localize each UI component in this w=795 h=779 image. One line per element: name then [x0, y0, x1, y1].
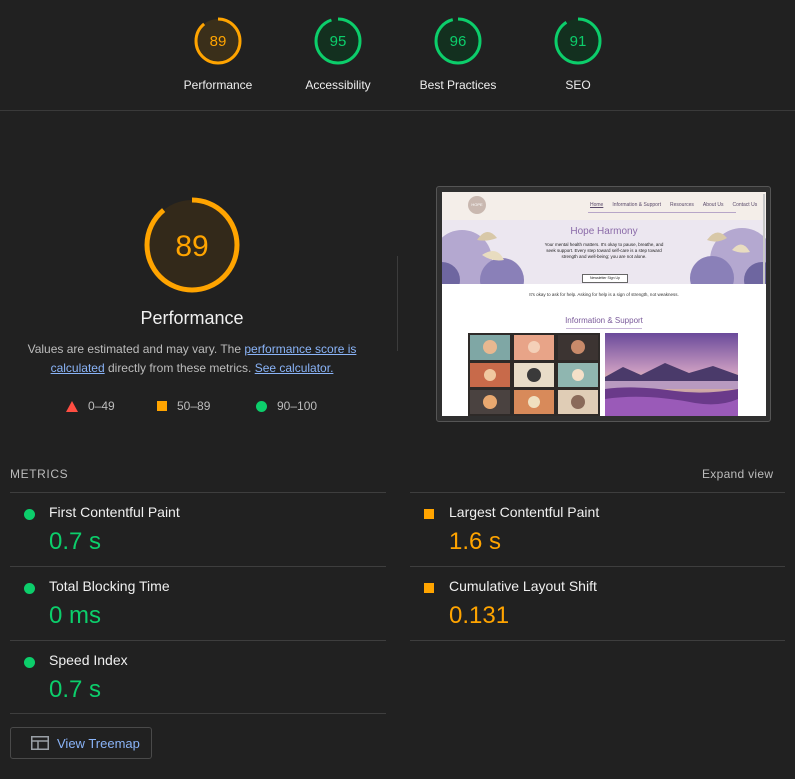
vertical-divider [397, 256, 398, 351]
best-practices-gauge-ring: 96 [434, 17, 482, 65]
treemap-icon [31, 736, 49, 750]
metric-name: Largest Contentful Paint [449, 504, 600, 520]
seo-gauge-ring: 91 [554, 17, 602, 65]
performance-title: Performance [140, 308, 244, 328]
metric-value: 0.131 [449, 602, 510, 629]
legend-pass: 90–100 [256, 399, 317, 413]
view-treemap-button[interactable]: View Treemap [10, 727, 152, 759]
metric-value: 0 ms [49, 602, 102, 629]
page-screenshot-image: HOPE Home Information & Support Resources A… [442, 192, 766, 416]
performance-gauge-ring: 89 [194, 17, 242, 65]
gauge-best-practices[interactable]: 96 Best Practices [398, 16, 518, 92]
screenshot-hero: Hope Harmony Your mental health matters.… [442, 220, 766, 284]
pass-circle-icon [24, 657, 35, 668]
legend-fail-label: 0–49 [88, 399, 115, 413]
collage-tiles [468, 333, 600, 416]
screenshot-tagline: It's okay to ask for help. Asking for he… [529, 292, 679, 297]
gauge-label: Performance [183, 78, 253, 92]
see-calculator-link[interactable]: See calculator. [255, 361, 334, 375]
screenshot-section-rule [566, 328, 642, 329]
metric-name: Speed Index [49, 652, 128, 668]
square-icon [157, 401, 167, 411]
screenshot-hero-text: Your mental health matters. It's okay to… [544, 242, 664, 259]
score-summary-bar: 89 Performance 95 Accessibility 96 Best … [0, 0, 795, 111]
performance-score: 89 [210, 33, 227, 50]
metrics-divider [10, 713, 386, 714]
expand-view-toggle[interactable]: Expand view [702, 467, 773, 481]
legend-average: 50–89 [157, 399, 210, 413]
legend-average-label: 50–89 [177, 399, 211, 413]
metric-value: 1.6 s [449, 528, 502, 555]
metric-name: Total Blocking Time [49, 578, 170, 594]
screenshot-nav-underline [588, 212, 736, 213]
screenshot-nav-links: Home Information & Support Resources About … [590, 202, 766, 208]
pass-circle-icon [24, 509, 35, 520]
metrics-divider [410, 640, 785, 641]
gauge-label: Accessibility [305, 78, 371, 92]
gauge-accessibility[interactable]: 95 Accessibility [278, 16, 398, 92]
gauge-label: Best Practices [419, 78, 497, 92]
landscape-scene [605, 333, 738, 416]
performance-big-ring: 89 [144, 197, 240, 293]
screenshot-nav: HOPE Home Information & Support Resources A… [442, 192, 766, 220]
metrics-divider [10, 640, 386, 641]
metrics-divider [10, 492, 386, 493]
legend-fail: 0–49 [66, 399, 115, 413]
final-screenshot[interactable]: HOPE Home Information & Support Resources A… [436, 186, 771, 422]
desc-text: Values are estimated and may vary. The [27, 342, 245, 356]
metrics-header: METRICS [10, 467, 69, 481]
metric-name: Cumulative Layout Shift [449, 578, 597, 594]
circle-icon [256, 400, 267, 412]
pass-circle-icon [24, 583, 35, 594]
accessibility-score: 95 [330, 33, 347, 50]
metrics-divider [410, 566, 785, 567]
metric-name: First Contentful Paint [49, 504, 180, 520]
performance-big-score: 89 [175, 230, 208, 263]
average-square-icon [424, 583, 434, 593]
legend-pass-label: 90–100 [277, 399, 318, 413]
screenshot-newsletter-button: Newsletter Sign Up [582, 274, 628, 283]
metric-value: 0.7 s [49, 528, 102, 555]
screenshot-collage-image [468, 333, 600, 416]
screenshot-section-title: Information & Support [565, 316, 643, 325]
screenshot-nav-item: Contact Us [732, 202, 758, 208]
triangle-icon [66, 400, 78, 412]
desc-text: directly from these metrics. [104, 361, 255, 375]
accessibility-gauge-ring: 95 [314, 17, 362, 65]
metrics-divider [10, 566, 386, 567]
screenshot-nav-item: Home [590, 202, 604, 208]
gauge-label: SEO [565, 78, 591, 92]
screenshot-logo: HOPE [468, 196, 486, 214]
screenshot-nav-item: Information & Support [612, 202, 661, 208]
gauge-performance[interactable]: 89 Performance [158, 16, 278, 92]
screenshot-landscape-image [605, 333, 738, 416]
seo-score: 91 [570, 33, 587, 50]
gauge-seo[interactable]: 91 SEO [518, 16, 638, 92]
metric-value: 0.7 s [49, 676, 102, 703]
screenshot-nav-item: Resources [669, 202, 694, 208]
performance-description: Values are estimated and may vary. The p… [22, 340, 362, 378]
average-square-icon [424, 509, 434, 519]
screenshot-hero-title: Hope Harmony [570, 226, 638, 237]
screenshot-scrollbar [763, 194, 765, 284]
metrics-divider [410, 492, 785, 493]
screenshot-nav-item: About Us [702, 202, 724, 208]
view-treemap-label: View Treemap [57, 735, 140, 751]
performance-big-gauge: 89 [142, 195, 242, 300]
best-practices-score: 96 [450, 33, 467, 50]
